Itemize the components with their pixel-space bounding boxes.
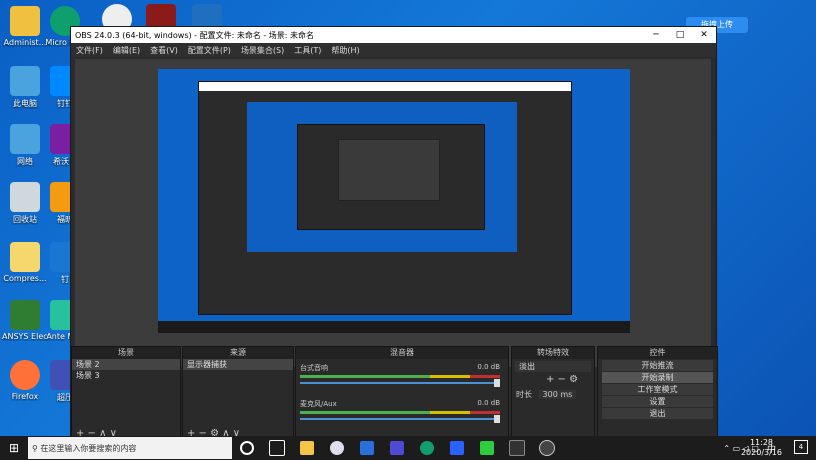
volume-meter xyxy=(300,411,500,414)
clock-date: 2020/3/16 xyxy=(740,448,782,457)
taskbar-edge[interactable] xyxy=(412,436,442,460)
transitions-dock-title: 转场特效 xyxy=(512,347,594,359)
taskbar-clock[interactable]: 11:28 2020/3/16 xyxy=(741,438,782,458)
computer-icon xyxy=(10,66,40,96)
duration-input[interactable]: 300 ms xyxy=(538,390,577,399)
nested-taskbar xyxy=(158,321,630,333)
taskbar-app-4[interactable] xyxy=(442,436,472,460)
menu-scene-collection[interactable]: 场景集合(S) xyxy=(236,45,289,56)
menu-tools[interactable]: 工具(T) xyxy=(289,45,326,56)
maximize-button[interactable]: □ xyxy=(668,30,692,40)
search-placeholder: 在这里输入你要搜索的内容 xyxy=(40,443,137,453)
obs-window: OBS 24.0.3 (64-bit, windows) - 配置文件: 未命名… xyxy=(70,26,718,441)
scene-item[interactable]: 场景 2 xyxy=(72,359,180,370)
taskbar-terminal[interactable] xyxy=(502,436,532,460)
task-view-button[interactable] xyxy=(262,436,292,460)
firefox-icon xyxy=(10,360,40,390)
duration-label: 时长 xyxy=(516,390,532,399)
mixer-channel: 台式音响 0.0 dB xyxy=(300,363,500,387)
start-recording-button[interactable]: 开始录制 xyxy=(602,372,713,383)
nested-obs-2 xyxy=(297,124,485,230)
start-button[interactable]: ⊞ xyxy=(0,441,28,455)
windows-taskbar: ⊞ ⚲ 在这里输入你要搜索的内容 ⌃ ▭ ◁ ▢ 中 11:28 2020/3/… xyxy=(0,436,816,460)
folder-icon xyxy=(10,6,40,36)
nested-obs-3 xyxy=(338,139,440,201)
menu-edit[interactable]: 编辑(E) xyxy=(108,45,145,56)
nested-obs-window xyxy=(198,81,572,315)
app-icon xyxy=(390,441,404,455)
circle-icon xyxy=(240,441,254,455)
obs-docks: 场景 场景 2 场景 3 + − ∧ ∨ 来源 显示器捕获 + − ⚙ ∧ ∨ … xyxy=(71,346,718,441)
scene-item[interactable]: 场景 3 xyxy=(72,370,180,381)
volume-meter xyxy=(300,375,500,378)
preview-screen-capture xyxy=(158,69,630,333)
menu-help[interactable]: 帮助(H) xyxy=(326,45,364,56)
scenes-dock-title: 场景 xyxy=(72,347,180,359)
duration-row: 时长 300 ms xyxy=(512,385,594,400)
transitions-dock: 转场特效 淡出 + − ⚙ 时长 300 ms xyxy=(511,346,595,441)
scenes-dock: 场景 场景 2 场景 3 + − ∧ ∨ xyxy=(71,346,181,441)
network-icon xyxy=(10,124,40,154)
obs-preview[interactable] xyxy=(75,59,711,367)
start-streaming-button[interactable]: 开始推流 xyxy=(602,360,713,371)
obs-titlebar: OBS 24.0.3 (64-bit, windows) - 配置文件: 未命名… xyxy=(71,27,716,43)
mixer-dock: 混音器 台式音响 0.0 dB 麦克风/Aux 0.0 dB xyxy=(295,346,509,441)
clock-time: 11:28 xyxy=(749,438,774,447)
cortana-button[interactable] xyxy=(232,436,262,460)
app-icon xyxy=(480,441,494,455)
channel-db: 0.0 dB xyxy=(477,399,500,407)
close-button[interactable]: ✕ xyxy=(692,30,716,40)
mixer-dock-title: 混音器 xyxy=(296,347,508,359)
sources-dock: 来源 显示器捕获 + − ⚙ ∧ ∨ xyxy=(182,346,294,441)
nested-desktop xyxy=(247,102,517,252)
recycle-bin-icon xyxy=(10,182,40,212)
taskbar-app-5[interactable] xyxy=(472,436,502,460)
edge-icon xyxy=(420,441,434,455)
taskbar-search[interactable]: ⚲ 在这里输入你要搜索的内容 xyxy=(28,437,232,459)
menu-view[interactable]: 查看(V) xyxy=(145,45,183,56)
ansys-icon xyxy=(10,300,40,330)
taskbar-explorer[interactable] xyxy=(292,436,322,460)
app-icon xyxy=(330,441,344,455)
task-view-icon xyxy=(269,440,285,456)
source-item[interactable]: 显示器捕获 xyxy=(183,359,293,370)
terminal-icon xyxy=(509,440,525,456)
obs-title: OBS 24.0.3 (64-bit, windows) - 配置文件: 未命名… xyxy=(75,30,315,40)
archive-icon xyxy=(10,242,40,272)
transition-select[interactable]: 淡出 xyxy=(515,361,591,372)
search-icon: ⚲ xyxy=(32,443,41,453)
settings-button[interactable]: 设置 xyxy=(602,396,713,407)
obs-icon xyxy=(539,440,555,456)
volume-slider[interactable] xyxy=(300,415,500,423)
controls-dock-title: 控件 xyxy=(598,347,717,359)
notification-center-button[interactable]: 4 xyxy=(794,440,808,454)
nested-titlebar xyxy=(199,82,571,91)
obs-menubar: 文件(F) 编辑(E) 查看(V) 配置文件(P) 场景集合(S) 工具(T) … xyxy=(71,43,716,57)
studio-mode-button[interactable]: 工作室模式 xyxy=(602,384,713,395)
mixer-channel: 麦克风/Aux 0.0 dB xyxy=(300,399,500,423)
taskbar-app-3[interactable] xyxy=(382,436,412,460)
taskbar-app-2[interactable] xyxy=(352,436,382,460)
exit-button[interactable]: 退出 xyxy=(602,408,713,419)
app-icon xyxy=(360,441,374,455)
transition-toolbar[interactable]: + − ⚙ xyxy=(512,374,594,385)
sources-dock-title: 来源 xyxy=(183,347,293,359)
channel-name: 台式音响 xyxy=(300,364,328,372)
taskbar-app-1[interactable] xyxy=(322,436,352,460)
controls-dock: 控件 开始推流 开始录制 工作室模式 设置 退出 xyxy=(597,346,718,441)
taskbar-obs[interactable] xyxy=(532,436,562,460)
app-icon xyxy=(450,441,464,455)
volume-slider[interactable] xyxy=(300,379,500,387)
folder-icon xyxy=(300,441,314,455)
menu-profile[interactable]: 配置文件(P) xyxy=(183,45,236,56)
minimize-button[interactable]: ─ xyxy=(644,30,668,40)
menu-file[interactable]: 文件(F) xyxy=(71,45,108,56)
channel-db: 0.0 dB xyxy=(477,363,500,371)
channel-name: 麦克风/Aux xyxy=(300,400,337,408)
